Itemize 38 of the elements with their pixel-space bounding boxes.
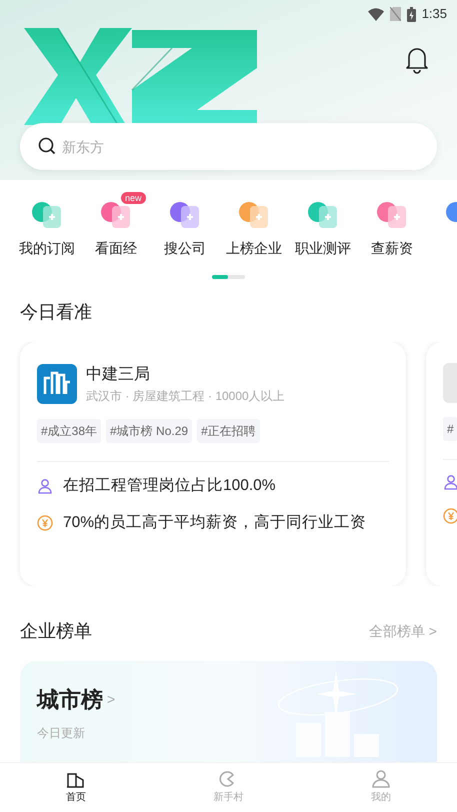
shortcut-button[interactable]: 我的订阅: [14, 192, 80, 259]
chevron-icon: >: [107, 689, 116, 710]
notification-bell-icon[interactable]: [405, 46, 429, 74]
company-logo-icon: [37, 364, 77, 404]
status-time: 1:35: [422, 5, 447, 24]
shortcut-button[interactable]: 职业测评: [290, 192, 356, 259]
shortcut-button[interactable]: 上榜企业: [221, 192, 287, 259]
yuan-icon: [37, 514, 53, 531]
tab-bar-item[interactable]: 首页: [0, 763, 152, 812]
ranking-subtitle: 今日更新: [37, 725, 86, 742]
person-icon: [37, 478, 53, 494]
ranking-title: 城市榜: [37, 686, 103, 714]
company-name: 中建三局: [86, 364, 151, 385]
section-title: 今日看准: [20, 301, 93, 324]
battery-icon: [406, 6, 416, 22]
search-field[interactable]: 新东方: [20, 123, 437, 170]
person-icon: [443, 474, 457, 490]
company-fact: 70%的员工高于平均薪资，高于同行业工资: [63, 513, 366, 534]
company-tag: #成立38年: [37, 419, 102, 443]
company-tag: #: [443, 417, 457, 441]
company-meta: 武汉市 · 房屋建筑工程 · 10000人以上: [86, 388, 285, 405]
person-icon: [370, 770, 391, 788]
no-sim-icon: [390, 7, 401, 21]
shortcut-button[interactable]: 搜公司: [152, 192, 218, 259]
wifi-icon: [368, 8, 384, 20]
company-card[interactable]: 中建三局 武汉市 · 房屋建筑工程 · 10000人以上 #成立38年 #城市榜 No.29 #正在招聘 在招工程管理岗位占比100.0% 70%的员工高于平均薪资，高于同行业工资: [20, 342, 406, 586]
ranking-card[interactable]: 城市榜 > 今日更新: [20, 661, 437, 762]
company-card[interactable]: #: [426, 342, 457, 586]
page-indicator: [212, 275, 245, 279]
section-title: 企业榜单: [20, 620, 92, 643]
new-badge: new: [121, 192, 146, 204]
yuan-icon: [443, 508, 457, 524]
company-fact: 在招工程管理岗位占比100.0%: [63, 476, 276, 496]
shortcut-button[interactable]: new 看面经: [83, 192, 149, 259]
shortcut-button[interactable]: 查薪资: [359, 192, 425, 259]
company-tag: #城市榜 No.29: [106, 419, 192, 443]
company-tag: #正在招聘: [197, 419, 260, 443]
search-icon: [38, 137, 56, 155]
